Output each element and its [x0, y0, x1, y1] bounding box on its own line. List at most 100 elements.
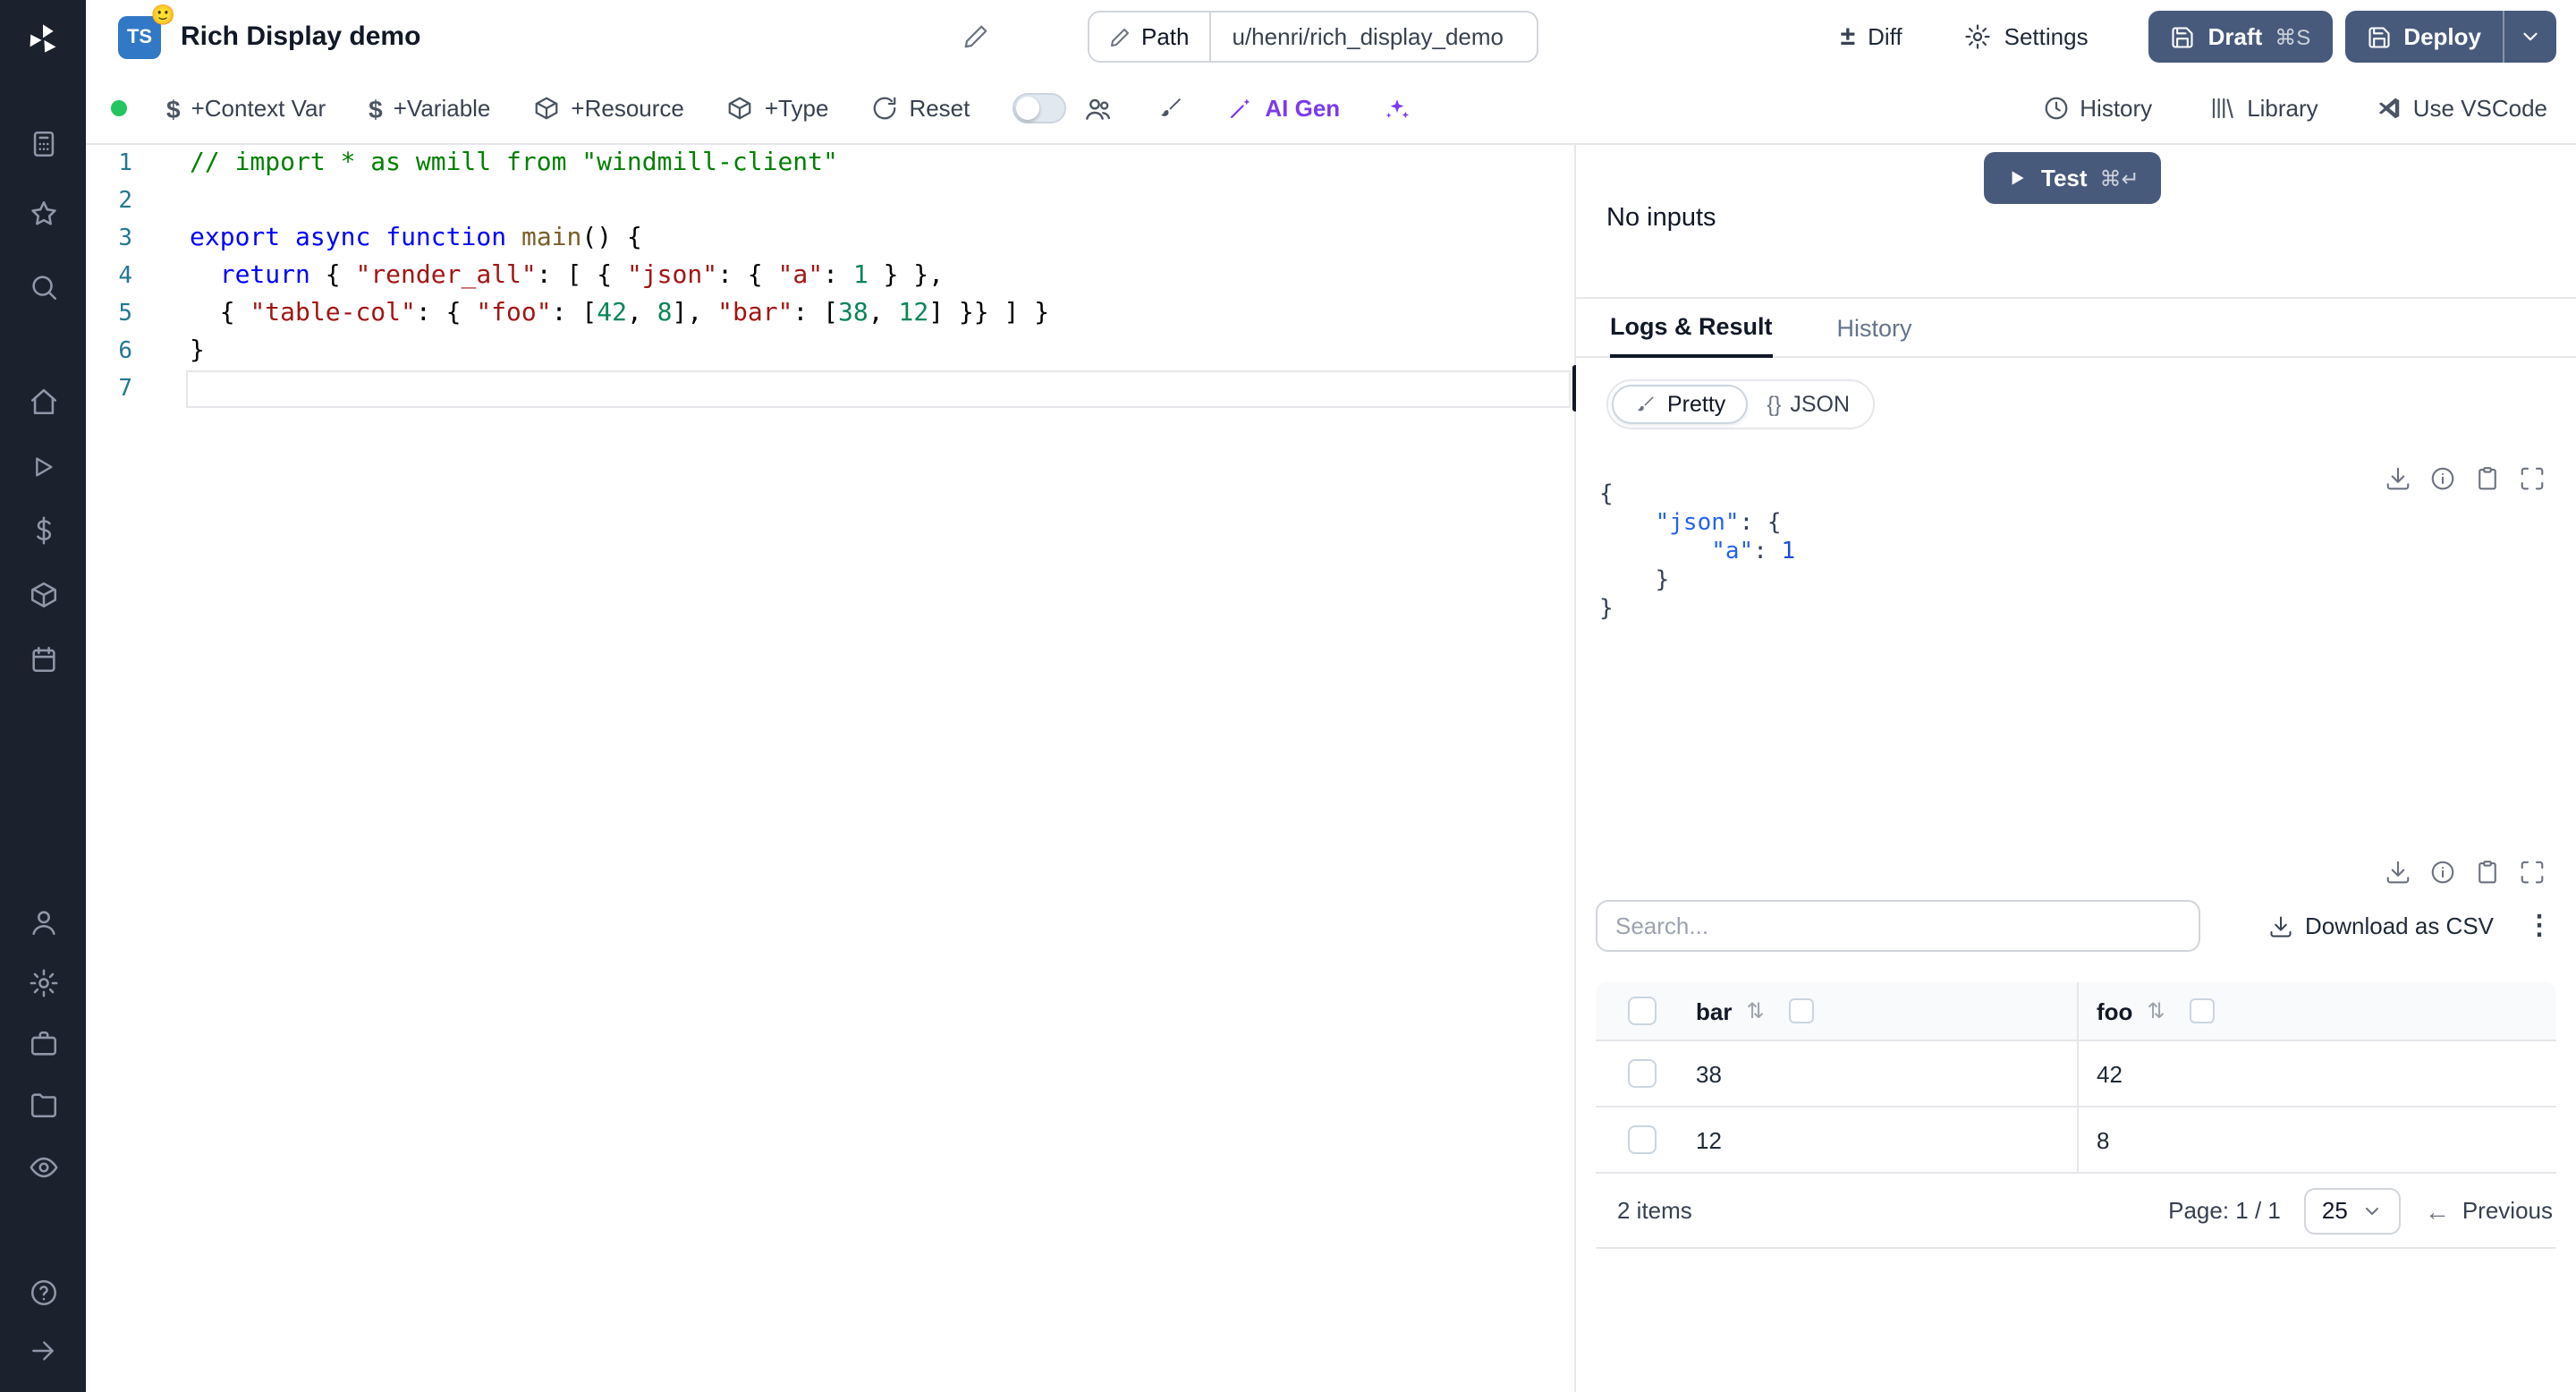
windmill-logo[interactable]	[18, 14, 68, 64]
select-all-checkbox[interactable]	[1628, 997, 1657, 1025]
table-cell: 8	[2077, 1108, 2556, 1172]
ai-gen-button[interactable]: AI Gen	[1227, 95, 1340, 122]
row-checkbox[interactable]	[1628, 1125, 1657, 1154]
search-icon[interactable]	[18, 261, 68, 311]
gear-icon	[1966, 24, 1991, 49]
line-number: 6	[118, 338, 132, 365]
settings-button[interactable]: Settings	[1947, 11, 2106, 63]
code-editor[interactable]: 1 2 3 4 5 6 7 // import * as wmill from "windm…	[86, 145, 1574, 1392]
code-line: export async function main() {	[190, 224, 642, 252]
folders-icon[interactable]	[18, 1079, 68, 1129]
json-line: }	[1599, 567, 1670, 594]
workers-user-icon[interactable]	[18, 896, 68, 946]
table-actions	[2385, 859, 2546, 886]
sort-icon[interactable]: ⇅	[2147, 998, 2165, 1023]
reset-button[interactable]: Reset	[871, 95, 970, 122]
draft-button[interactable]: Draft ⌘S	[2148, 11, 2333, 63]
sparkles-icon[interactable]	[1383, 94, 1411, 123]
tab-logs-result[interactable]: Logs & Result	[1610, 299, 1773, 358]
column-filter-box[interactable]	[2190, 998, 2216, 1023]
help-icon[interactable]	[18, 1267, 68, 1317]
json-line: "json": {	[1655, 510, 1782, 537]
audit-eye-icon[interactable]	[18, 1142, 68, 1192]
deploy-options-chevron[interactable]	[2503, 11, 2556, 63]
test-button[interactable]: Test ⌘↵	[1984, 152, 2161, 204]
table-menu-kebab-icon[interactable]: ⋮	[2526, 912, 2553, 939]
expand-icon[interactable]	[2519, 859, 2546, 886]
top-bar: TS 🙂 Rich Display demo Path u/henri/rich…	[86, 0, 2576, 73]
download-csv-button[interactable]: Download as CSV	[2267, 912, 2494, 939]
history-button[interactable]: History	[2042, 95, 2152, 122]
multiplayer-users-icon[interactable]	[1084, 94, 1113, 123]
tab-history[interactable]: History	[1837, 299, 1912, 356]
save-icon	[2368, 26, 2389, 47]
diff-button[interactable]: ± Diff	[1823, 11, 1920, 63]
download-icon[interactable]	[2385, 859, 2411, 886]
use-vscode-button[interactable]: Use VSCode	[2376, 95, 2547, 122]
resources-package-icon[interactable]	[18, 569, 68, 619]
home-icon[interactable]	[18, 376, 68, 426]
add-type-button[interactable]: +Type	[727, 95, 828, 122]
play-icon	[2012, 171, 2024, 185]
diff-mode-toggle[interactable]	[1013, 93, 1067, 123]
script-path[interactable]: u/henri/rich_display_demo	[1211, 13, 1537, 61]
copy-clipboard-icon[interactable]	[2474, 465, 2501, 492]
package-icon	[536, 97, 558, 120]
download-icon[interactable]	[2385, 465, 2411, 492]
path-edit-button[interactable]: Path	[1089, 13, 1211, 61]
column-header-bar[interactable]: bar	[1696, 997, 1732, 1024]
table-cell: 42	[2077, 1041, 2556, 1106]
line-number: 7	[118, 376, 132, 403]
rich-table: Download as CSV ⋮ bar ⇅ foo ⇅	[1596, 900, 2556, 1249]
previous-page-button[interactable]: ← Previous	[2425, 1196, 2553, 1225]
chevron-down-icon	[2366, 1207, 2379, 1214]
favorites-star-icon[interactable]	[18, 188, 68, 238]
page-size-select[interactable]: 25	[2303, 1187, 2402, 1234]
sort-icon[interactable]: ⇅	[1746, 998, 1764, 1023]
runs-play-icon[interactable]	[18, 442, 68, 492]
typescript-badge: TS 🙂	[118, 4, 175, 58]
code-line: // import * as wmill from "windmill-clie…	[190, 149, 838, 177]
table-cell: 12	[1696, 1126, 1722, 1153]
settings-gear-icon[interactable]	[18, 957, 68, 1007]
copy-clipboard-icon[interactable]	[2474, 859, 2501, 886]
column-filter-box[interactable]	[1789, 998, 1815, 1023]
line-number: 1	[118, 150, 132, 177]
code-line: return { "render_all": [ { "json": { "a"…	[219, 261, 945, 290]
line-number-gutter: 1 2 3 4 5 6 7	[86, 145, 132, 408]
magic-wand-icon	[1231, 98, 1250, 119]
expand-icon[interactable]	[2519, 465, 2546, 492]
schedules-calendar-icon[interactable]	[18, 633, 68, 683]
column-header-foo[interactable]: foo	[2097, 997, 2132, 1024]
info-icon[interactable]	[2429, 859, 2456, 886]
table-row: 38 42	[1596, 1041, 2556, 1108]
code-line: { "table-col": { "foo": [42, 8], "bar": …	[190, 299, 1050, 327]
line-number: 5	[118, 301, 132, 327]
expand-sidebar-arrow-icon[interactable]	[18, 1326, 68, 1376]
workspace-briefcase-icon[interactable]	[18, 1018, 68, 1068]
result-actions	[2385, 465, 2546, 492]
apps-icon[interactable]	[18, 118, 68, 168]
result-view-toggle: Pretty {} JSON	[1606, 379, 1876, 429]
line-number: 3	[118, 225, 132, 252]
path-control: Path u/henri/rich_display_demo	[1088, 11, 1538, 63]
code-lines[interactable]: // import * as wmill from "windmill-clie…	[190, 145, 1571, 408]
format-brush-icon[interactable]	[1156, 94, 1184, 123]
deploy-button[interactable]: Deploy	[2344, 11, 2503, 63]
left-sidebar	[0, 0, 86, 1392]
add-resource-button[interactable]: +Resource	[533, 95, 684, 122]
variables-dollar-icon[interactable]	[18, 505, 68, 555]
row-checkbox[interactable]	[1628, 1059, 1657, 1088]
pretty-toggle[interactable]: Pretty	[1612, 385, 1748, 424]
library-button[interactable]: Library	[2209, 95, 2318, 122]
edit-summary-pencil-icon[interactable]	[962, 23, 989, 50]
json-toggle[interactable]: {} JSON	[1747, 386, 1869, 422]
add-context-var-button[interactable]: $ +Context Var	[166, 94, 326, 123]
deploy-button-group: Deploy	[2344, 11, 2556, 63]
line-number: 4	[118, 263, 132, 290]
add-variable-button[interactable]: $ +Variable	[369, 94, 490, 123]
page-indicator: Page: 1 / 1	[2168, 1197, 2281, 1224]
info-icon[interactable]	[2429, 465, 2456, 492]
table-search-input[interactable]	[1596, 900, 2200, 952]
